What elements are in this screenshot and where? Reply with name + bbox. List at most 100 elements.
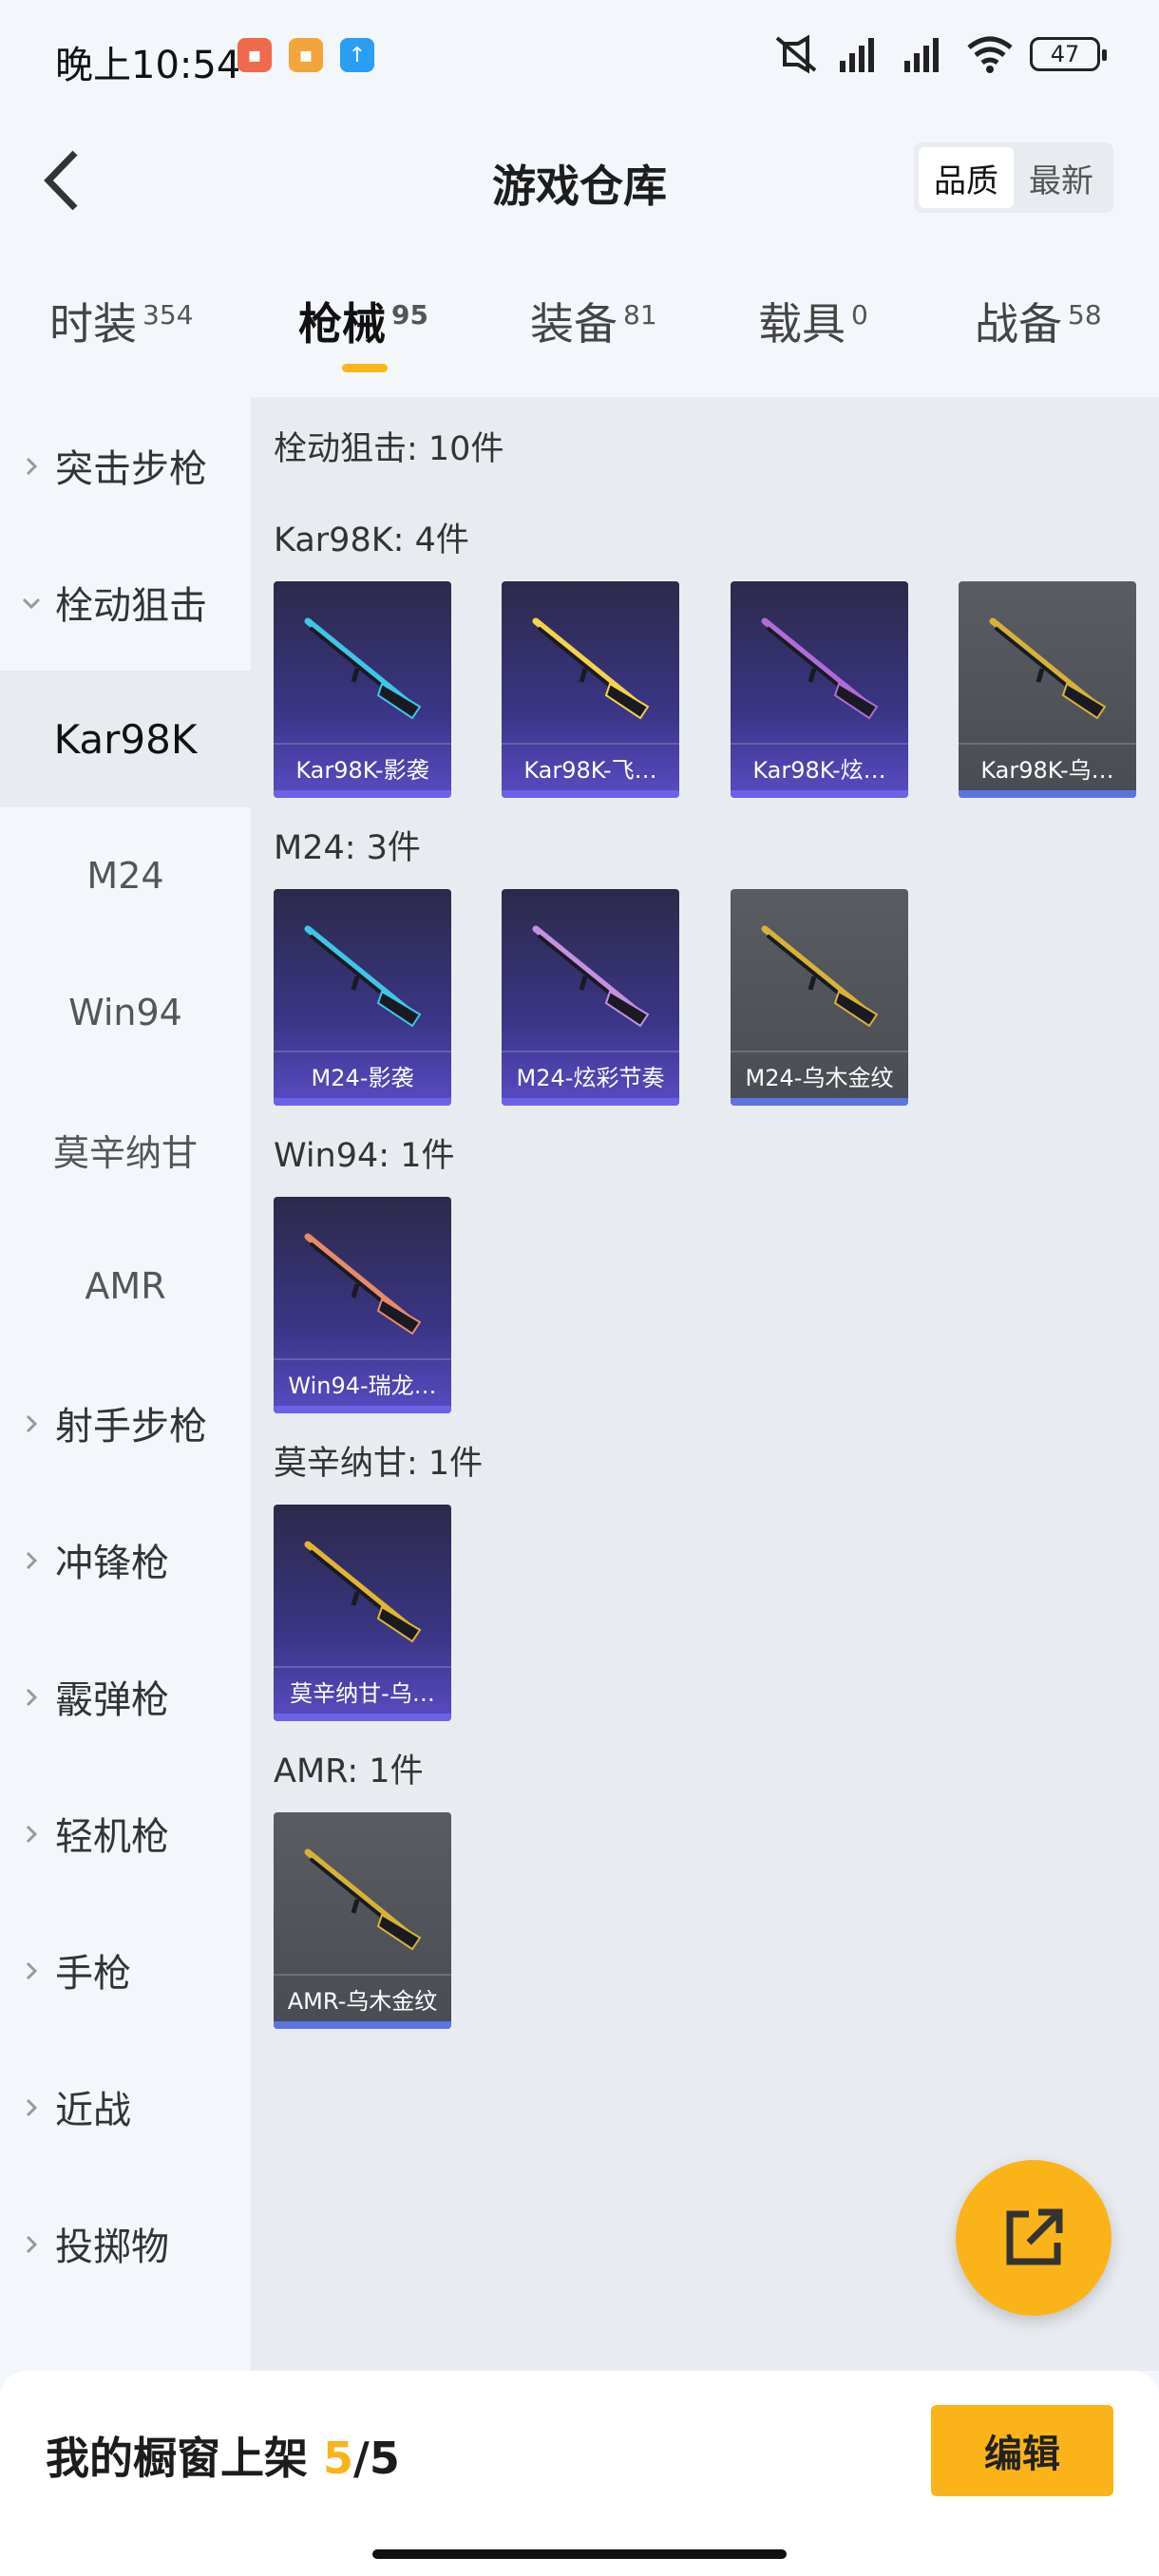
section-title-win94: Win94: 1件 [274, 1137, 455, 1175]
item-card[interactable]: Kar98K-乌… [959, 581, 1136, 798]
battery-icon: 47 [1030, 37, 1107, 71]
chevron-down-icon [22, 597, 41, 610]
status-app-icons: ▪ ▪ ↑ [238, 38, 374, 72]
sidebar-item-lmg[interactable]: 轻机枪 [0, 1765, 251, 1902]
showcase-separator: / [353, 2433, 370, 2484]
item-card[interactable]: M24-影袭 [274, 889, 451, 1106]
item-card[interactable]: Kar98K-影袭 [274, 581, 451, 798]
item-grid-panel: 栓动狙击: 10件 Kar98K: 4件 Kar98K-影袭 Kar98K-飞… K… [251, 397, 1159, 2371]
section-title-kar98k: Kar98K: 4件 [274, 521, 469, 559]
chevron-right-icon [26, 1414, 38, 1433]
showcase-current: 5 [323, 2433, 354, 2484]
item-card[interactable]: AMR-乌木金纹 [274, 1812, 451, 2029]
item-card[interactable]: M24-乌木金纹 [731, 889, 908, 1106]
mute-icon [775, 34, 817, 74]
sidebar-item-assault-rifle[interactable]: 突击步枪 [0, 397, 251, 534]
sidebar-item-smg[interactable]: 冲锋枪 [0, 1491, 251, 1628]
sidebar: 突击步枪 栓动狙击 Kar98K M24 Win94 莫辛纳甘 AMR 射手步枪… [0, 397, 251, 2371]
item-card-label: M24-炫彩节奏 [502, 1051, 679, 1098]
item-card[interactable]: Win94-瑞龙… [274, 1197, 451, 1413]
rarity-bar [959, 790, 1136, 798]
sidebar-item-label: 突击步枪 [55, 447, 207, 491]
item-card-label: Kar98K-乌… [959, 743, 1136, 790]
sidebar-item-label: 轻机枪 [55, 1815, 169, 1859]
showcase-total: 5 [369, 2433, 400, 2484]
home-indicator [372, 2549, 787, 2559]
header: 游戏仓库 品质 最新 [0, 123, 1159, 237]
showcase-status: 我的橱窗上架 5/5 [46, 2424, 400, 2487]
rarity-bar [502, 1098, 679, 1106]
sidebar-item-melee[interactable]: 近战 [0, 2038, 251, 2175]
sidebar-item-throwable[interactable]: 投掷物 [0, 2175, 251, 2312]
sidebar-item-label: Win94 [68, 992, 182, 1033]
active-tab-indicator [342, 364, 388, 372]
rifle-icon [304, 1233, 422, 1335]
item-card-label: Kar98K-影袭 [274, 743, 451, 790]
sidebar-item-kar98k[interactable]: Kar98K [0, 671, 251, 807]
rarity-bar [274, 1098, 451, 1106]
signal-hd-icon-2 [904, 38, 939, 72]
showcase-label: 我的橱窗上架 [46, 2433, 308, 2484]
section-title-m24: M24: 3件 [274, 829, 421, 867]
wifi-icon [967, 36, 1013, 73]
sidebar-item-label: 手枪 [55, 1952, 131, 1996]
tab-supplies[interactable]: 战备 58 [975, 290, 1102, 352]
rarity-bar [274, 2021, 451, 2029]
rarity-bar [274, 1406, 451, 1413]
rifle-icon [304, 1848, 422, 1951]
tab-fashion[interactable]: 时装 354 [49, 290, 193, 352]
rarity-bar [731, 1098, 908, 1106]
sidebar-item-shotgun[interactable]: 霰弹枪 [0, 1628, 251, 1765]
sidebar-item-win94[interactable]: Win94 [0, 944, 251, 1081]
sidebar-item-pistol[interactable]: 手枪 [0, 1902, 251, 2038]
item-card-label: Kar98K-炫… [731, 743, 908, 790]
item-card[interactable]: 莫辛纳甘-乌… [274, 1505, 451, 1721]
edit-button[interactable]: 编辑 [931, 2405, 1113, 2496]
status-bar: 晚上10:54 ▪ ▪ ↑ 47 [0, 0, 1159, 114]
tab-equipment[interactable]: 装备 81 [530, 290, 657, 352]
section-title-amr: AMR: 1件 [274, 1752, 424, 1790]
status-time: 晚上10:54 [55, 44, 241, 87]
sidebar-item-label: 射手步枪 [55, 1405, 207, 1449]
chevron-right-icon [26, 1961, 38, 1980]
sidebar-item-label: M24 [86, 855, 164, 897]
tab-firearms[interactable]: 枪械 95 [298, 290, 428, 352]
sort-option-quality[interactable]: 品质 [919, 147, 1014, 208]
sidebar-item-label: 霰弹枪 [55, 1678, 169, 1722]
rarity-bar [502, 790, 679, 798]
chevron-right-icon [26, 1688, 38, 1707]
tab-count: 95 [391, 298, 428, 331]
signal-hd-icon-1 [840, 38, 874, 72]
sidebar-item-marksman-rifle[interactable]: 射手步枪 [0, 1354, 251, 1491]
rifle-icon [532, 617, 650, 720]
item-card[interactable]: Kar98K-炫… [731, 581, 908, 798]
sort-toggle: 品质 最新 [914, 142, 1113, 213]
rifle-icon [304, 925, 422, 1028]
rifle-icon [761, 925, 879, 1028]
rifle-icon [304, 617, 422, 720]
item-card-label: M24-乌木金纹 [731, 1051, 908, 1098]
item-card[interactable]: Kar98K-飞… [502, 581, 679, 798]
sidebar-item-label: 栓动狙击 [55, 584, 207, 628]
item-card-label: 莫辛纳甘-乌… [274, 1666, 451, 1714]
sidebar-item-label: Kar98K [53, 715, 198, 763]
battery-level: 47 [1050, 41, 1080, 67]
tab-vehicles[interactable]: 载具 0 [758, 290, 868, 352]
sidebar-item-mosin[interactable]: 莫辛纳甘 [0, 1081, 251, 1218]
tab-count: 58 [1068, 298, 1102, 331]
rifle-icon [761, 617, 879, 720]
sidebar-item-bolt-sniper[interactable]: 栓动狙击 [0, 534, 251, 671]
item-card[interactable]: M24-炫彩节奏 [502, 889, 679, 1106]
chevron-right-icon [26, 1825, 38, 1844]
sidebar-item-amr[interactable]: AMR [0, 1218, 251, 1354]
tab-label: 时装 [49, 298, 137, 350]
item-card-label: M24-影袭 [274, 1051, 451, 1098]
sidebar-item-label: 投掷物 [55, 2226, 169, 2269]
sidebar-item-label: 莫辛纳甘 [52, 1131, 198, 1174]
sidebar-item-m24[interactable]: M24 [0, 807, 251, 944]
rarity-bar [731, 790, 908, 798]
category-tabs: 时装 354 枪械 95 装备 81 载具 0 战备 58 [0, 271, 1159, 375]
share-fab-button[interactable] [956, 2160, 1112, 2316]
sort-option-newest[interactable]: 最新 [1014, 147, 1109, 208]
tab-count: 0 [851, 298, 868, 331]
